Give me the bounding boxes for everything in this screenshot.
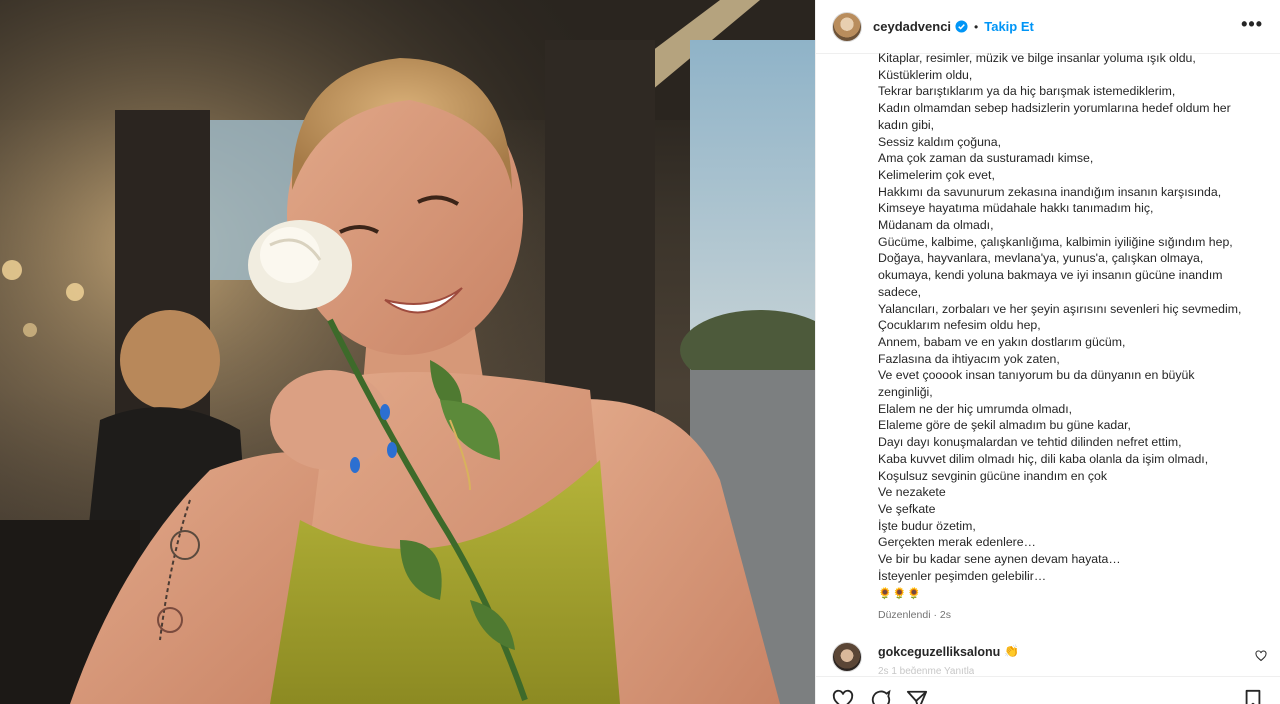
caption-line: Hakkımı da savunurum zekasına inandığım …: [878, 184, 1222, 199]
comment-icon[interactable]: [870, 689, 892, 704]
separator-dot: •: [974, 19, 979, 34]
caption-line: Fazlasına da ihtiyacım yok zaten,: [878, 351, 1060, 366]
author-username[interactable]: ceydadvenci: [873, 19, 951, 34]
follow-button[interactable]: Takip Et: [984, 19, 1034, 34]
post-actions-bar: [816, 676, 1280, 704]
caption-line: Ve şefkate: [878, 501, 936, 516]
commenter-avatar[interactable]: [832, 642, 862, 672]
caption-line: Ama çok zaman da susturamadı kimse,: [878, 151, 1094, 166]
caption-line: Gerçekten merak edenlere…: [878, 535, 1036, 550]
caption-line: Annem, babam ve en yakın dostlarım gücüm…: [878, 334, 1126, 349]
comment-text: 👏: [1004, 644, 1020, 658]
caption-line: İsteyenler peşimden gelebilir…: [878, 568, 1047, 583]
caption-line: Doğaya, hayvanlara, mevlana'ya, yunus'a,…: [878, 251, 1204, 266]
caption-line: Ve bir bu kadar sene aynen devam hayata…: [878, 552, 1121, 567]
caption-line: Ve nezakete: [878, 485, 946, 500]
more-options-icon[interactable]: •••: [1241, 14, 1263, 35]
caption-text: Kitaplar, resimler, müzik ve bilge insan…: [878, 50, 1258, 585]
comment-like-heart-icon[interactable]: [1255, 650, 1267, 662]
post-side-panel: ceydadvenci • Takip Et ••• Kitaplar, res…: [815, 0, 1280, 704]
caption-line: Müdanam da olmadı,: [878, 218, 994, 233]
caption-line: İşte budur özetim,: [878, 518, 976, 533]
caption-line: Çocuklarım nefesim oldu hep,: [878, 318, 1041, 333]
caption-line: Yalancıları, zorbaları ve her şeyin aşır…: [878, 301, 1242, 316]
commenter-username[interactable]: gokceguzelliksalonu: [878, 645, 1000, 659]
caption-line: sadece,: [878, 284, 922, 299]
bookmark-icon[interactable]: [1242, 689, 1264, 704]
caption-line: Kitaplar, resimler, müzik ve bilge insan…: [878, 51, 1196, 65]
caption-line: Kimseye hayatıma müdahale hakkı tanımadı…: [878, 201, 1154, 216]
caption-line: Elaleme göre de şekil almadım bu güne ka…: [878, 418, 1131, 433]
photo-artwork: [0, 0, 815, 704]
verified-badge-icon: [955, 20, 968, 33]
author-avatar[interactable]: [832, 11, 862, 42]
caption-line: Koşulsuz sevginin gücüne inandım en çok: [878, 468, 1107, 483]
caption-line: kadın gibi,: [878, 117, 935, 132]
caption-line: Sessiz kaldım çoğuna,: [878, 134, 1002, 149]
edited-timestamp[interactable]: Düzenlendi · 2s: [878, 609, 1258, 621]
comment-item: gokceguzelliksalonu 👏 2s 1 beğenme Yanıt…: [816, 636, 1280, 676]
caption-line: Kaba kuvvet dilim olmadı hiç, dili kaba …: [878, 451, 1209, 466]
caption-line: Küstüklerim oldu,: [878, 67, 973, 82]
comment-meta: 2s 1 beğenme Yanıtla: [878, 666, 975, 674]
post-header: ceydadvenci • Takip Et •••: [816, 0, 1280, 54]
caption-line: Elalem ne der hiç umrumda olmadı,: [878, 401, 1073, 416]
caption-line: Ve evet çooook insan tanıyorum bu da dün…: [878, 368, 1195, 383]
caption-line: Tekrar barıştıklarım ya da hiç barışmak …: [878, 84, 1176, 99]
caption-line: Dayı dayı konuşmalardan ve tehtid dilind…: [878, 435, 1182, 450]
share-icon[interactable]: [906, 689, 928, 704]
post-photo[interactable]: [0, 0, 815, 704]
caption-line: Kelimelerim çok evet,: [878, 167, 995, 182]
caption-line: zenginliği,: [878, 385, 933, 400]
heart-icon[interactable]: [832, 689, 854, 704]
caption-emojis: 🌻🌻🌻: [878, 587, 923, 600]
caption: Kitaplar, resimler, müzik ve bilge insan…: [878, 50, 1258, 630]
caption-line: Gücüme, kalbime, çalışkanlığıma, kalbimi…: [878, 234, 1233, 249]
caption-line: Kadın olmamdan sebep hadsizlerin yorumla…: [878, 101, 1231, 116]
caption-line: okumaya, kendi yoluna bakmaya ve iyi ins…: [878, 268, 1223, 283]
